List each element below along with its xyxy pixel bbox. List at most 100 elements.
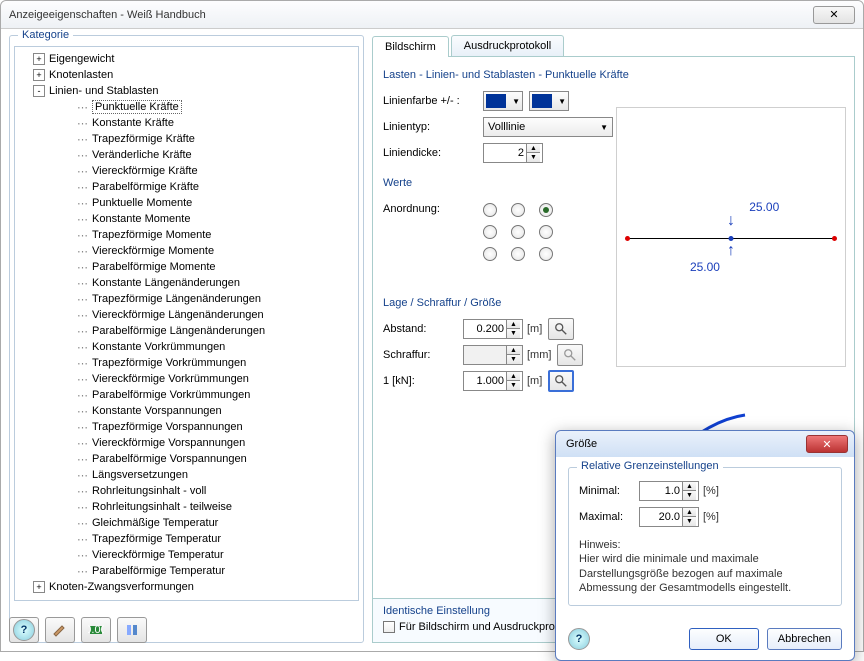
tree-item[interactable]: ⋯Parabelförmige Vorspannungen [17, 451, 356, 467]
tree-item[interactable]: ⋯Trapezförmige Momente [17, 227, 356, 243]
schraffur-tool-button[interactable] [557, 344, 583, 366]
tree-item-label: Viereckförmige Längenänderungen [92, 309, 264, 321]
anordnung-radio[interactable] [483, 225, 497, 239]
ok-button[interactable]: OK [689, 628, 759, 650]
abstand-spinner[interactable]: ▲▼ [463, 319, 523, 339]
minimal-input[interactable] [640, 485, 682, 497]
collapse-icon[interactable]: - [33, 85, 45, 97]
spin-down-icon[interactable]: ▼ [507, 329, 520, 338]
preview-value-top: 25.00 [749, 200, 779, 214]
anordnung-radio[interactable] [483, 247, 497, 261]
tree-item[interactable]: ⋯Parabelförmige Temperatur [17, 563, 356, 579]
tree-item[interactable]: ⋯Längsversetzungen [17, 467, 356, 483]
schraffur-spinner[interactable]: ▲▼ [463, 345, 523, 365]
tool-button-3[interactable]: 0.00 [81, 617, 111, 643]
spin-down-icon[interactable]: ▼ [683, 517, 696, 526]
tree-item-label: Viereckförmige Vorspannungen [92, 437, 245, 449]
tree-item[interactable]: ⋯Parabelförmige Kräfte [17, 179, 356, 195]
tab-print[interactable]: Ausdruckprotokoll [451, 35, 564, 56]
abstand-tool-button[interactable] [548, 318, 574, 340]
tree-item-label: Trapezförmige Momente [92, 229, 211, 241]
tree-item[interactable]: ⋯Konstante Vorspannungen [17, 403, 356, 419]
tool-button-4[interactable] [117, 617, 147, 643]
line-type-dropdown[interactable]: Volllinie▼ [483, 117, 613, 137]
anordnung-radio[interactable] [539, 225, 553, 239]
spin-down-icon[interactable]: ▼ [527, 153, 540, 162]
tree-item[interactable]: +Knoten-Zwangsverformungen [17, 579, 356, 595]
tree-item[interactable]: ⋯Rohrleitungsinhalt - teilweise [17, 499, 356, 515]
tree-item[interactable]: ⋯Parabelförmige Vorkrümmungen [17, 387, 356, 403]
minimal-spinner[interactable]: ▲▼ [639, 481, 699, 501]
spin-down-icon[interactable]: ▼ [507, 381, 520, 390]
abstand-input[interactable] [464, 323, 506, 335]
tree-item[interactable]: ⋯Trapezförmige Kräfte [17, 131, 356, 147]
help-icon[interactable]: ? [568, 628, 590, 650]
tree-item[interactable]: ⋯Parabelförmige Momente [17, 259, 356, 275]
tree-item[interactable]: ⋯Viereckförmige Kräfte [17, 163, 356, 179]
tool-button-2[interactable] [45, 617, 75, 643]
anordnung-radio[interactable] [511, 225, 525, 239]
tree-leaf-icon: ⋯ [77, 341, 86, 354]
spin-up-icon[interactable]: ▲ [527, 144, 540, 153]
expand-icon[interactable]: + [33, 581, 45, 593]
tree-item[interactable]: ⋯Konstante Vorkrümmungen [17, 339, 356, 355]
tree-item[interactable]: ⋯Rohrleitungsinhalt - voll [17, 483, 356, 499]
tab-screen[interactable]: Bildschirm [372, 36, 449, 57]
size-dialog-titlebar: Größe ✕ [556, 431, 854, 457]
tree-item[interactable]: ⋯Konstante Längenänderungen [17, 275, 356, 291]
anordnung-radio[interactable] [539, 203, 553, 217]
tree-item[interactable]: ⋯Trapezförmige Temperatur [17, 531, 356, 547]
expand-icon[interactable]: + [33, 53, 45, 65]
size-dialog-title: Größe [566, 438, 597, 450]
help-button[interactable]: ? [9, 617, 39, 643]
tree-item[interactable]: ⋯Viereckförmige Längenänderungen [17, 307, 356, 323]
tree-item[interactable]: ⋯Viereckförmige Temperatur [17, 547, 356, 563]
tree-item-label: Knotenlasten [49, 69, 113, 81]
tree-item[interactable]: ⋯Trapezförmige Längenänderungen [17, 291, 356, 307]
anordnung-radio[interactable] [483, 203, 497, 217]
spin-up-icon[interactable]: ▲ [683, 482, 696, 491]
tree-item[interactable]: +Eigengewicht [17, 51, 356, 67]
window-close-button[interactable]: ✕ [813, 6, 855, 24]
tree-leaf-icon: ⋯ [77, 501, 86, 514]
line-color-plus[interactable]: ▼ [483, 91, 523, 111]
spin-up-icon[interactable]: ▲ [683, 508, 696, 517]
line-thickness-spinner[interactable]: ▲▼ [483, 143, 543, 163]
maximal-input[interactable] [640, 511, 682, 523]
tree-item-label: Viereckförmige Temperatur [92, 549, 224, 561]
anordnung-radio[interactable] [511, 203, 525, 217]
identical-checkbox[interactable]: Für Bildschirm und Ausdruckproto [383, 621, 564, 633]
tree-item[interactable]: ⋯Viereckförmige Vorkrümmungen [17, 371, 356, 387]
anordnung-radio[interactable] [539, 247, 553, 261]
tree-item-label: Parabelförmige Temperatur [92, 565, 225, 577]
tree-item[interactable]: ⋯Konstante Momente [17, 211, 356, 227]
tree-item[interactable]: -Linien- und Stablasten [17, 83, 356, 99]
tree-item[interactable]: ⋯Gleichmäßige Temperatur [17, 515, 356, 531]
spin-up-icon[interactable]: ▲ [507, 320, 520, 329]
kn-spinner[interactable]: ▲▼ [463, 371, 523, 391]
tree-item[interactable]: ⋯Konstante Kräfte [17, 115, 356, 131]
anordnung-radio[interactable] [511, 247, 525, 261]
tree-item[interactable]: + Knotenlasten [17, 67, 356, 83]
tree-item[interactable]: ⋯Punktuelle Momente [17, 195, 356, 211]
tree-item[interactable]: ⋯Viereckförmige Vorspannungen [17, 435, 356, 451]
tree-item[interactable]: ⋯Trapezförmige Vorkrümmungen [17, 355, 356, 371]
tree-item[interactable]: ⋯Viereckförmige Momente [17, 243, 356, 259]
maximal-spinner[interactable]: ▲▼ [639, 507, 699, 527]
kn-tool-button[interactable] [548, 370, 574, 392]
spin-up-icon[interactable]: ▲ [507, 372, 520, 381]
tree-item-label: Gleichmäßige Temperatur [92, 517, 218, 529]
spin-down-icon[interactable]: ▼ [683, 491, 696, 500]
line-color-minus[interactable]: ▼ [529, 91, 569, 111]
kn-input[interactable] [464, 375, 506, 387]
category-tree[interactable]: +Eigengewicht+Knotenlasten-Linien- und S… [14, 46, 359, 601]
size-dialog-close-button[interactable]: ✕ [806, 435, 848, 453]
line-thickness-input[interactable] [484, 147, 526, 159]
tree-item[interactable]: ⋯Veränderliche Kräfte [17, 147, 356, 163]
tree-item[interactable]: ⋯Parabelförmige Längenänderungen [17, 323, 356, 339]
tree-item[interactable]: ⋯Punktuelle Kräfte [17, 99, 356, 115]
cancel-button[interactable]: Abbrechen [767, 628, 842, 650]
tree-item[interactable]: ⋯Trapezförmige Vorspannungen [17, 419, 356, 435]
expand-icon[interactable]: + [33, 69, 45, 81]
kn-unit: [m] [527, 375, 542, 387]
